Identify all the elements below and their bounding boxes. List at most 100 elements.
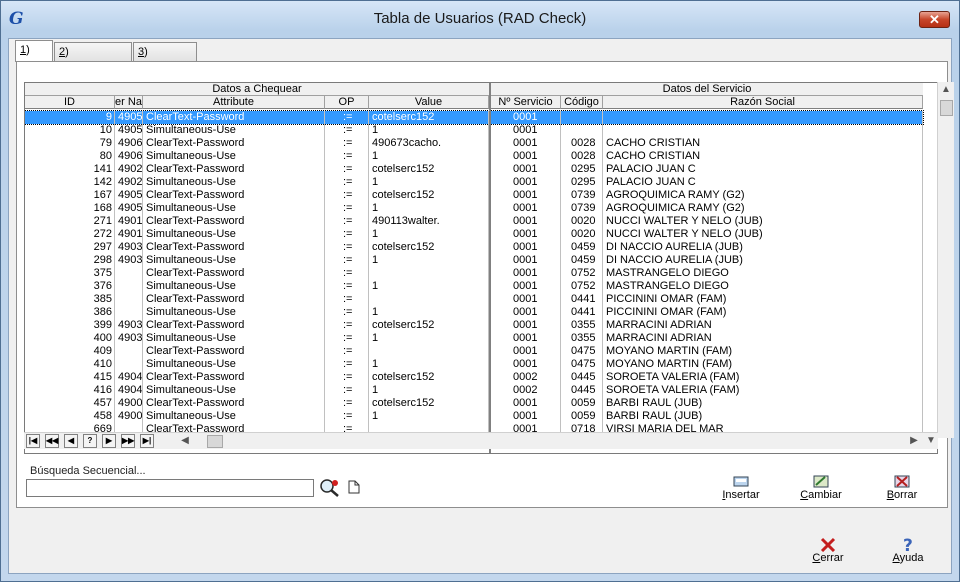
table-row[interactable]: 416 4904 Simultaneous-Use:= 1 0002 0445 SOROET… [25, 384, 923, 397]
cell-op: := [325, 254, 369, 267]
table-row[interactable]: 141 4902 ClearText-Password:= cotelserc152 0… [25, 163, 923, 176]
column-header-user-name[interactable]: er Na [115, 96, 143, 109]
vertical-scrollbar[interactable]: ▲ [937, 82, 954, 438]
column-header-codigo[interactable]: Código [561, 96, 603, 109]
table-row[interactable]: 272 4901 Simultaneous-Use:= 1 0001 0020 NUCCI … [25, 228, 923, 241]
tab-xid[interactable]: 1) xID [15, 40, 53, 75]
scroll-up-icon[interactable]: ▲ [938, 82, 954, 98]
cell-value: 1 [369, 254, 489, 267]
cerrar-button[interactable]: Cerrar [809, 536, 847, 564]
scroll-right-icon[interactable]: ▶ [906, 433, 922, 449]
cell-razon-social: DI NACCIO AURELIA (JUB) [603, 254, 923, 267]
search-icon[interactable] [319, 478, 341, 498]
tab-xcodclie[interactable]: 3) xCodClie [133, 42, 197, 77]
cell-op: := [325, 111, 369, 124]
next-record-button[interactable]: ▶ [102, 434, 116, 448]
table-row[interactable]: 10 4905 Simultaneous-Use:= 1 0001 [25, 124, 923, 137]
borrar-button[interactable]: Borrar [883, 473, 921, 501]
insertar-button[interactable]: Insertar [721, 473, 761, 501]
table-row[interactable]: 375 ClearText-Password:= 0001 0752 MASTRANGE… [25, 267, 923, 280]
table-row[interactable]: 385 ClearText-Password:= 0001 0441 PICCININI… [25, 293, 923, 306]
close-window-button[interactable]: ✕ [919, 11, 950, 28]
cell-id: 410 [25, 358, 115, 371]
table-row[interactable]: 400 4903 Simultaneous-Use:= 1 0001 0355 MARRAC… [25, 332, 923, 345]
cell-value: 1 [369, 280, 489, 293]
search-record-button[interactable]: ? [83, 434, 97, 448]
cell-op: := [325, 215, 369, 228]
cell-attribute: ClearText-Password [143, 397, 325, 410]
table-row[interactable]: 457 4900 ClearText-Password:= cotelserc152 0… [25, 397, 923, 410]
close-x-icon [820, 537, 836, 552]
title-bar[interactable]: G Tabla de Usuarios (RAD Check) ✕ [1, 1, 959, 37]
cell-op: := [325, 332, 369, 345]
insert-icon [733, 476, 749, 487]
cell-attribute: Simultaneous-Use [143, 150, 325, 163]
cell-id: 271 [25, 215, 115, 228]
scroll-down-icon[interactable]: ▼ [923, 433, 939, 449]
cell-id: 168 [25, 202, 115, 215]
table-row[interactable]: 167 4905 ClearText-Password:= cotelserc152 0… [25, 189, 923, 202]
window-title: Tabla de Usuarios (RAD Check) [373, 10, 587, 27]
cell-op: := [325, 384, 369, 397]
tab-xusername[interactable]: 2) xUserName [54, 42, 132, 77]
first-record-button[interactable]: |◀ [26, 434, 40, 448]
table-row[interactable]: 142 4902 Simultaneous-Use:= 1 0001 0295 PALACI… [25, 176, 923, 189]
prev-record-button[interactable]: ◀ [64, 434, 78, 448]
cell-razon-social: CACHO CRISTIAN [603, 150, 923, 163]
delete-icon [894, 475, 910, 488]
next-page-button[interactable]: ▶▶ [121, 434, 135, 448]
cell-servicio: 0001 [491, 293, 561, 306]
table-row[interactable]: 399 4903 ClearText-Password:= cotelserc152 0… [25, 319, 923, 332]
table-row[interactable]: 410 Simultaneous-Use:= 1 0001 0475 MOYANO MAR… [25, 358, 923, 371]
cell-value: 1 [369, 202, 489, 215]
table-row[interactable]: 409 ClearText-Password:= 0001 0475 MOYANO MA… [25, 345, 923, 358]
table-row[interactable]: 376 Simultaneous-Use:= 1 0001 0752 MASTRANGEL… [25, 280, 923, 293]
table-row[interactable]: 271 4901 ClearText-Password:= 490113walter.… [25, 215, 923, 228]
horizontal-scroll-thumb[interactable] [207, 435, 223, 448]
table-row[interactable]: 386 Simultaneous-Use:= 1 0001 0441 PICCININI … [25, 306, 923, 319]
cell-servicio: 0001 [491, 111, 561, 124]
new-document-icon[interactable] [348, 480, 360, 494]
cell-servicio: 0001 [491, 228, 561, 241]
vertical-scroll-thumb[interactable] [940, 100, 953, 116]
cell-codigo: 0028 [561, 150, 603, 163]
table-row[interactable]: 415 4904 ClearText-Password:= cotelserc152 0… [25, 371, 923, 384]
column-header-servicio[interactable]: Nº Servicio [491, 96, 561, 109]
cell-attribute: ClearText-Password [143, 371, 325, 384]
cell-value: cotelserc152 [369, 319, 489, 332]
table-row[interactable]: 80 4906 Simultaneous-Use:= 1 0001 0028 CACHO C… [25, 150, 923, 163]
ayuda-button[interactable]: ? Ayuda [889, 536, 927, 564]
cell-id: 9 [25, 111, 115, 124]
users-grid[interactable]: Datos a Chequear Datos del Servicio ID er… [24, 82, 938, 454]
cell-attribute: Simultaneous-Use [143, 306, 325, 319]
last-record-button[interactable]: ▶| [140, 434, 154, 448]
column-header-razon-social[interactable]: Razón Social [603, 96, 923, 109]
table-row[interactable]: 298 4903 Simultaneous-Use:= 1 0001 0459 DI NAC… [25, 254, 923, 267]
search-input[interactable] [26, 479, 314, 497]
column-header-op[interactable]: OP [325, 96, 369, 109]
cell-id: 400 [25, 332, 115, 345]
table-row[interactable]: 9 4905 ClearText-Password:= cotelserc152 000… [25, 110, 924, 125]
cell-id: 142 [25, 176, 115, 189]
column-header-value[interactable]: Value [369, 96, 489, 109]
cell-servicio: 0001 [491, 319, 561, 332]
cell-codigo: 0459 [561, 241, 603, 254]
table-row[interactable]: 79 4906 ClearText-Password:= 490673cacho. 00… [25, 137, 923, 150]
cell-attribute: Simultaneous-Use [143, 228, 325, 241]
prev-page-button[interactable]: ◀◀ [45, 434, 59, 448]
table-row[interactable]: 458 4900 Simultaneous-Use:= 1 0001 0059 BARBI … [25, 410, 923, 423]
cell-user-name: 4906 [115, 150, 143, 163]
cambiar-button[interactable]: Cambiar [799, 473, 843, 501]
table-row[interactable]: 297 4903 ClearText-Password:= cotelserc152 0… [25, 241, 923, 254]
cell-op: := [325, 397, 369, 410]
column-header-id[interactable]: ID [25, 96, 115, 109]
table-row[interactable]: 168 4905 Simultaneous-Use:= 1 0001 0739 AGROQU… [25, 202, 923, 215]
cell-user-name [115, 267, 143, 280]
search-label: Búsqueda Secuencial... [30, 465, 146, 477]
cell-codigo: 0445 [561, 384, 603, 397]
cell-attribute: ClearText-Password [143, 137, 325, 150]
column-header-attribute[interactable]: Attribute [143, 96, 325, 109]
scroll-left-icon[interactable]: ◀ [177, 433, 193, 449]
cell-attribute: Simultaneous-Use [143, 176, 325, 189]
cell-razon-social: SOROETA VALERIA (FAM) [603, 371, 923, 384]
